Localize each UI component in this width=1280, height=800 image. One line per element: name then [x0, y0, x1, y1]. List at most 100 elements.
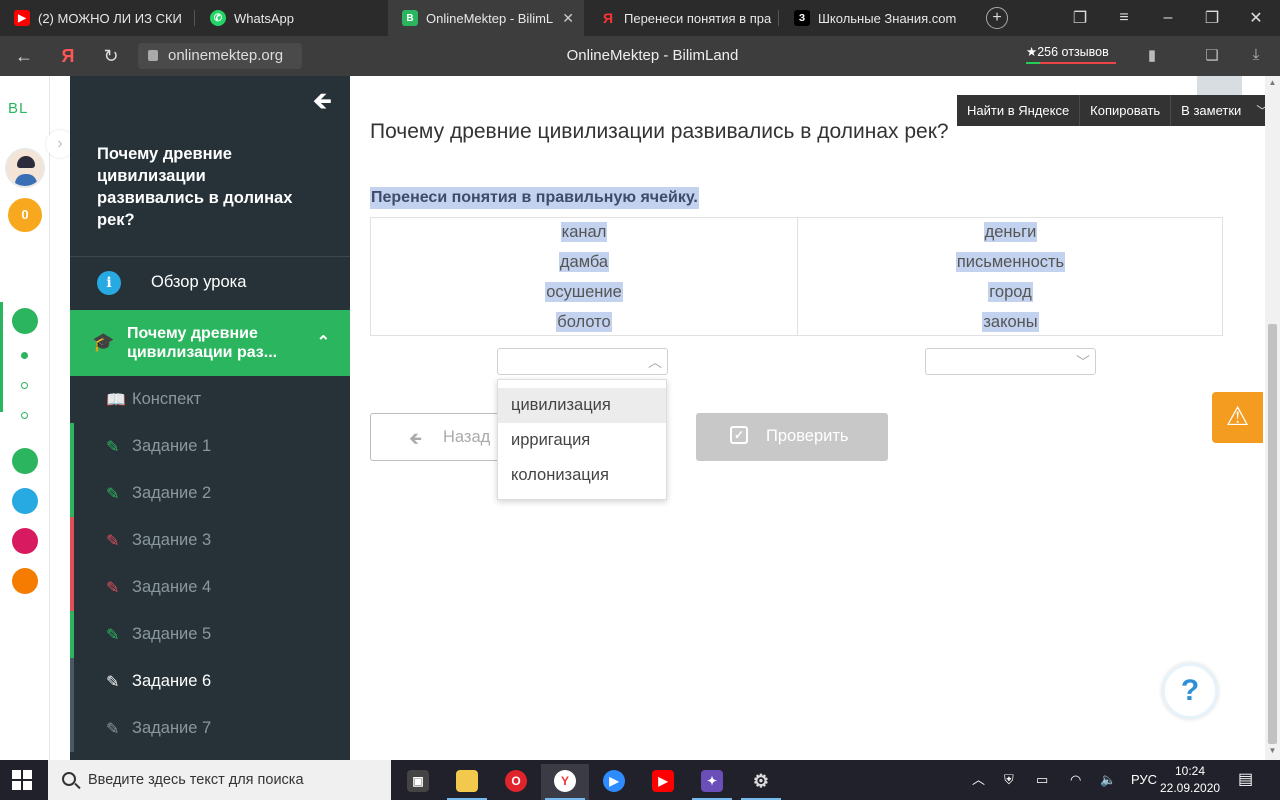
report-warning-button[interactable]: ⚠	[1212, 392, 1263, 443]
sidebar-item-konspekt[interactable]: 📖 Конспект	[70, 376, 350, 423]
tab-znanija[interactable]: З Школьные Знания.com	[780, 0, 960, 36]
onlinemektep-app-icon[interactable]	[12, 308, 38, 334]
settings-gear-icon[interactable]: ⚙	[737, 764, 785, 800]
windows-start-icon[interactable]	[12, 770, 32, 790]
right-column[interactable]: деньги письменность город законы	[797, 218, 1223, 335]
sidebar-item-task-1[interactable]: ✎ Задание 1	[70, 423, 350, 470]
check-button[interactable]: ✓ Проверить	[696, 413, 888, 461]
opera-icon[interactable]: O	[492, 764, 540, 800]
battery-icon[interactable]: ▭	[1036, 760, 1048, 800]
word-chip[interactable]: письменность	[798, 252, 1223, 272]
scroll-up-icon[interactable]: ▲	[1268, 78, 1277, 87]
bl-logo[interactable]: BL	[8, 100, 28, 117]
sidebar-item-lesson[interactable]: 🎓 Почему древние цивилизации раз... ⌃	[70, 310, 350, 376]
fullscreen-icon[interactable]	[1197, 76, 1242, 95]
chevron-up-icon: ︿	[648, 354, 662, 370]
chevron-up-icon: ⌃	[316, 334, 330, 351]
youtube-app-icon[interactable]: ▶	[639, 764, 687, 800]
checkbox-icon: ✓	[730, 426, 748, 444]
tab-onlinemektep[interactable]: B OnlineMektep - BilimL ✕	[388, 0, 584, 36]
notifications-icon[interactable]: ▤	[1238, 760, 1253, 800]
dropdown-option[interactable]: колонизация	[498, 458, 666, 493]
coins-badge[interactable]: 0	[8, 198, 42, 232]
star-icon: ★	[1026, 45, 1038, 59]
find-in-yandex-button[interactable]: Найти в Яндексе	[957, 95, 1081, 126]
store-app-icon[interactable]: ▣	[394, 764, 442, 800]
word-chip[interactable]: город	[798, 282, 1223, 302]
copy-button[interactable]: Копировать	[1080, 95, 1172, 126]
help-button[interactable]: ?	[1162, 663, 1218, 719]
sidebar-item-task-5[interactable]: ✎ Задание 5	[70, 611, 350, 658]
minimize-icon[interactable]: –	[1146, 0, 1190, 36]
avatar[interactable]	[5, 148, 45, 188]
close-icon[interactable]: ✕	[562, 10, 574, 27]
download-icon[interactable]: ⤓	[1246, 46, 1266, 66]
tab-title: Школьные Знания.com	[818, 10, 957, 26]
right-category-select[interactable]: ﹀	[925, 348, 1096, 375]
nav-dot[interactable]	[21, 352, 28, 359]
tab-yandex[interactable]: Я Перенеси понятия в пра	[586, 0, 776, 36]
search-icon	[62, 772, 81, 790]
word-chip[interactable]: законы	[798, 312, 1223, 332]
nav-dot[interactable]	[21, 382, 28, 389]
new-tab-button[interactable]: +	[986, 7, 1008, 29]
sidebar-item-task-6[interactable]: ✎ Задание 6	[70, 658, 350, 705]
category-dropdown[interactable]: цивилизация ирригация колонизация	[497, 379, 667, 500]
tab-youtube[interactable]: ▶ (2) МОЖНО ЛИ ИЗ СКИ	[0, 0, 192, 36]
bilimland-app-icon[interactable]	[12, 448, 38, 474]
menu-icon[interactable]: ≡	[1102, 0, 1146, 36]
twig-app-icon[interactable]	[12, 528, 38, 554]
collections-icon[interactable]: ❏	[1202, 46, 1222, 66]
taskbar-search-input[interactable]: Введите здесь текст для поиска	[48, 760, 391, 800]
zoom-icon[interactable]: ▶	[590, 764, 638, 800]
word-chip[interactable]: деньги	[798, 222, 1223, 242]
status-strip	[70, 611, 74, 658]
game-app-icon[interactable]: ✦	[688, 764, 736, 800]
reviews-badge[interactable]: ★256 отзывов	[1026, 44, 1116, 64]
sidebar-item-overview[interactable]: i Обзор урока	[70, 257, 350, 309]
nav-dot[interactable]	[21, 412, 28, 419]
close-window-icon[interactable]: ✕	[1234, 0, 1278, 36]
chevron-up-icon[interactable]: ︿	[972, 760, 985, 800]
sidebar-item-label: Задание 5	[132, 625, 212, 643]
tab-title: Перенеси понятия в пра	[624, 10, 772, 26]
collapse-arrow-icon[interactable]: 🡸	[313, 84, 333, 125]
dropdown-option[interactable]: ирригация	[498, 423, 666, 458]
test-app-icon[interactable]	[12, 488, 38, 514]
overview-label: Обзор урока	[151, 273, 247, 291]
defender-icon[interactable]: ⛨	[1004, 760, 1014, 800]
volume-icon[interactable]: 🔈	[1100, 760, 1116, 800]
word-chip[interactable]: болото	[371, 312, 797, 332]
dropdown-option[interactable]: цивилизация	[498, 388, 666, 423]
scroll-down-icon[interactable]: ▼	[1268, 746, 1277, 755]
left-column[interactable]: канал дамба осушение болото	[371, 218, 797, 335]
language-indicator[interactable]: РУС	[1131, 760, 1157, 800]
arrow-left-icon: 🡸	[409, 431, 422, 448]
scrollbar-thumb[interactable]	[1268, 324, 1277, 744]
clock[interactable]: 10:24 22.09.2020	[1160, 763, 1220, 797]
left-category-select[interactable]: ︿	[497, 348, 668, 375]
bilimkids-app-icon[interactable]	[12, 568, 38, 594]
status-strip	[70, 517, 74, 564]
word-chip[interactable]: канал	[371, 222, 797, 242]
sidebar-item-task-3[interactable]: ✎ Задание 3	[70, 517, 350, 564]
back-label: Назад	[443, 428, 491, 446]
wifi-icon[interactable]: ◠	[1070, 760, 1081, 800]
to-notes-button[interactable]: В заметки	[1171, 95, 1251, 126]
sidebar-item-task-7[interactable]: ✎ Задание 7	[70, 705, 350, 752]
sidebar-item-task-4[interactable]: ✎ Задание 4	[70, 564, 350, 611]
sidebar-item-label: Задание 2	[132, 484, 212, 502]
book-icon: 📖	[106, 392, 126, 409]
file-explorer-icon[interactable]	[443, 764, 491, 800]
tab-separator	[194, 10, 195, 26]
bookmark-icon[interactable]: ▮	[1142, 46, 1162, 66]
word-chip[interactable]: дамба	[371, 252, 797, 272]
yandex-browser-icon[interactable]: Y	[541, 764, 589, 800]
word-chip[interactable]: осушение	[371, 282, 797, 302]
page-scrollbar[interactable]: ▲ ▼	[1265, 76, 1280, 760]
sidebar-item-task-2[interactable]: ✎ Задание 2	[70, 470, 350, 517]
question-title: Почему древние цивилизации развивались в…	[370, 120, 949, 143]
restore-icon[interactable]: ❐	[1190, 0, 1234, 36]
tabs-icon[interactable]: ❐	[1058, 0, 1102, 36]
tab-whatsapp[interactable]: ✆ WhatsApp	[196, 0, 386, 36]
